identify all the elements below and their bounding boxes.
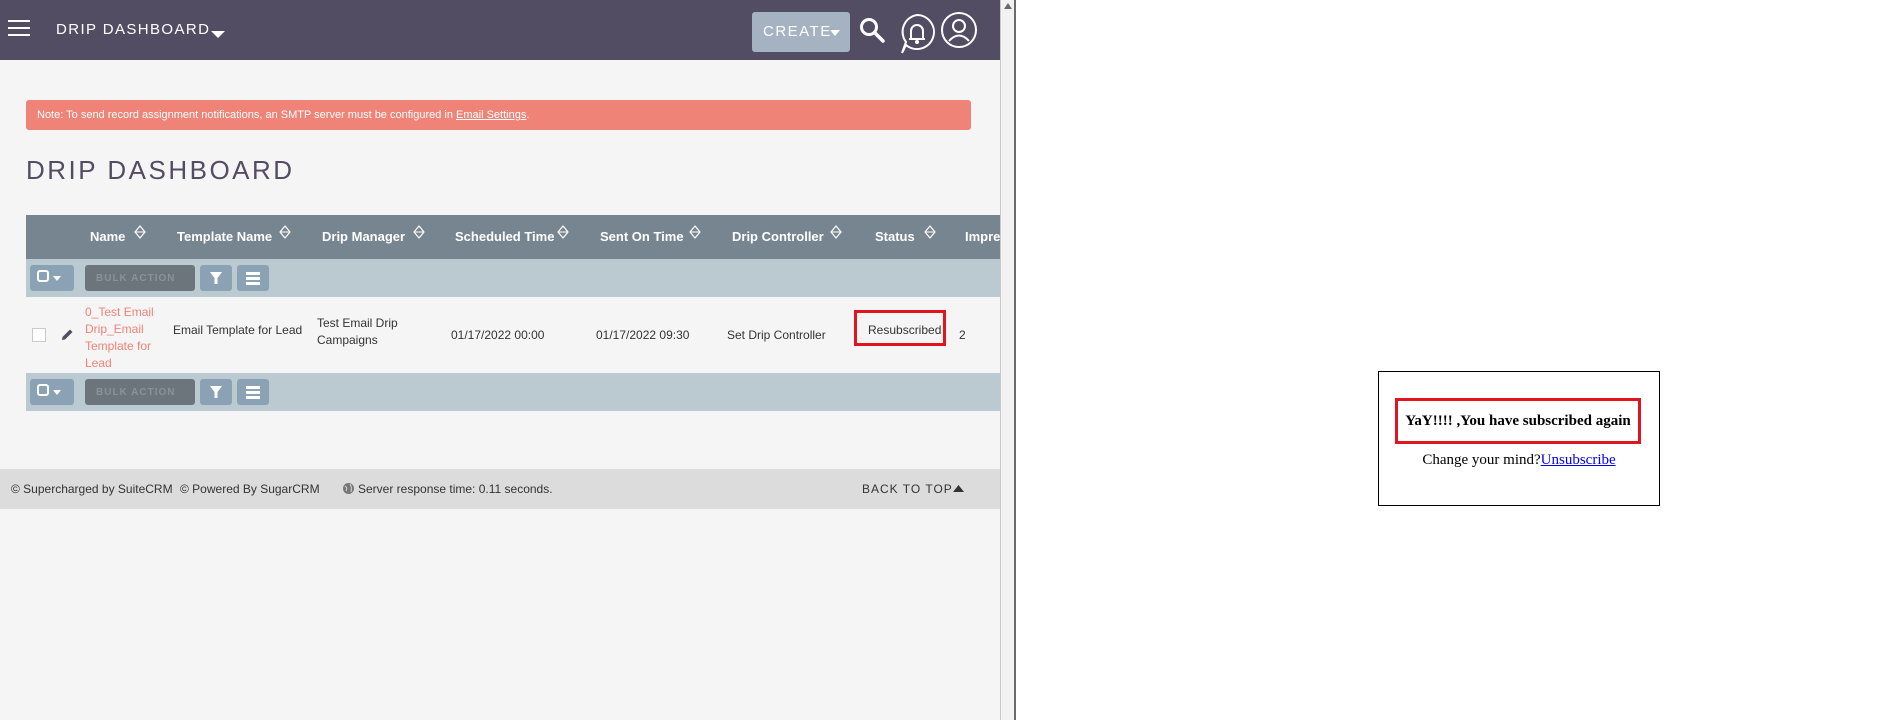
sort-icon[interactable] [413, 225, 425, 239]
filter-button[interactable] [200, 379, 232, 405]
column-header-sent-on-time[interactable]: Sent On Time [600, 229, 684, 244]
top-action-bar: BULK ACTION [26, 259, 1002, 297]
create-button[interactable]: CREATE [752, 12, 850, 52]
caret-up-icon[interactable] [953, 485, 964, 492]
globe-icon [343, 483, 354, 494]
alert-text: Note: To send record assignment notifica… [37, 109, 529, 121]
select-checkbox-icon [37, 384, 61, 396]
column-chooser-button[interactable] [237, 265, 269, 291]
supercharged-by-link[interactable]: © Supercharged by SuiteCRM [11, 482, 173, 496]
suitecrm-window: DRIP DASHBOARD CREATE Note: To send reco… [0, 0, 1002, 720]
status-cell: Resubscribed [868, 323, 942, 337]
record-name-line: 0_Test Email [85, 305, 154, 319]
list-columns-icon [246, 272, 260, 285]
column-header-name[interactable]: Name [90, 229, 125, 244]
record-name-line: Lead [85, 356, 112, 370]
hamburger-menu-icon[interactable] [8, 20, 30, 38]
sort-icon[interactable] [689, 225, 701, 239]
select-checkbox-icon [37, 270, 61, 282]
bottom-action-bar: BULK ACTION [26, 373, 1002, 411]
column-header-status[interactable]: Status [875, 229, 915, 244]
email-settings-link[interactable]: Email Settings [456, 109, 526, 121]
sort-icon[interactable] [830, 225, 842, 239]
vertical-scrollbar[interactable] [1000, 0, 1016, 720]
column-header-drip-controller[interactable]: Drip Controller [732, 229, 824, 244]
sort-icon[interactable] [557, 225, 569, 239]
column-header-template-name[interactable]: Template Name [177, 229, 272, 244]
page-title: DRIP DASHBOARD [26, 155, 295, 185]
unsubscribe-link[interactable]: Unsubscribe [1541, 452, 1616, 468]
impressions-cell: 2 [959, 328, 966, 342]
edit-pencil-icon[interactable] [59, 327, 75, 343]
list-columns-icon [246, 386, 260, 399]
subscription-highlight-box: YaY!!!! ,You have subscribed again [1395, 398, 1641, 444]
drip-manager-line: Campaigns [317, 333, 378, 347]
search-icon[interactable] [858, 16, 886, 44]
module-menu-caret-icon[interactable] [211, 31, 225, 38]
record-name-line: Drip_Email [85, 322, 144, 336]
alert-message: Note: To send record assignment notifica… [37, 109, 457, 121]
filter-icon [210, 386, 222, 398]
server-response-time: Server response time: 0.11 seconds. [358, 482, 553, 496]
create-caret-icon [830, 30, 840, 36]
scroll-up-arrow-icon[interactable] [1004, 3, 1012, 9]
subscription-confirmation-box: YaY!!!! ,You have subscribed again Chang… [1378, 371, 1660, 506]
page-footer: © Supercharged by SuiteCRM © Powered By … [0, 469, 1002, 509]
template-name-cell: Email Template for Lead [173, 323, 303, 337]
change-mind-label: Change your mind? [1422, 452, 1541, 468]
bulk-action-button[interactable]: BULK ACTION [85, 379, 195, 405]
back-to-top-link[interactable]: BACK TO TOP [862, 482, 953, 496]
scheduled-time-cell: 01/17/2022 00:00 [451, 328, 545, 342]
bulk-action-label: BULK ACTION [96, 387, 176, 398]
filter-icon [210, 272, 222, 284]
sort-icon[interactable] [134, 225, 146, 239]
drip-controller-cell: Set Drip Controller [727, 328, 826, 342]
row-checkbox[interactable] [32, 328, 46, 342]
column-header-impressions[interactable]: Impres [965, 229, 1002, 244]
top-navigation-bar: DRIP DASHBOARD CREATE [0, 0, 1002, 60]
record-name-line: Template for [85, 339, 152, 353]
record-name-link[interactable]: 0_Test Email Drip_Email Template for Lea… [85, 304, 154, 372]
user-profile-icon[interactable] [940, 11, 978, 49]
module-menu-title[interactable]: DRIP DASHBOARD [56, 21, 210, 38]
table-header: Name Template Name Drip Manager Schedule… [26, 215, 1002, 259]
drip-manager-cell: Test Email Drip Campaigns [317, 315, 398, 349]
select-all-dropdown[interactable] [30, 265, 74, 291]
drip-manager-line: Test Email Drip [317, 316, 398, 330]
smtp-notification-alert: Note: To send record assignment notifica… [26, 100, 971, 130]
table-row[interactable]: 0_Test Email Drip_Email Template for Lea… [26, 298, 1002, 372]
select-all-dropdown[interactable] [30, 379, 74, 405]
create-button-label: CREATE [763, 23, 832, 40]
column-header-scheduled-time[interactable]: Scheduled Time [455, 229, 554, 244]
resubscribed-message: YaY!!!! ,You have subscribed again [1405, 413, 1631, 429]
bulk-action-label: BULK ACTION [96, 273, 176, 284]
change-mind-text: Change your mind?Unsubscribe [1379, 452, 1659, 469]
notifications-bell-icon[interactable] [897, 12, 937, 56]
column-header-drip-manager[interactable]: Drip Manager [322, 229, 405, 244]
sent-on-time-cell: 01/17/2022 09:30 [596, 328, 690, 342]
sort-icon[interactable] [279, 225, 291, 239]
bulk-action-button[interactable]: BULK ACTION [85, 265, 195, 291]
sort-icon[interactable] [924, 225, 936, 239]
filter-button[interactable] [200, 265, 232, 291]
alert-suffix: . [526, 109, 530, 121]
powered-by-link[interactable]: © Powered By SugarCRM [180, 482, 320, 496]
column-chooser-button[interactable] [237, 379, 269, 405]
